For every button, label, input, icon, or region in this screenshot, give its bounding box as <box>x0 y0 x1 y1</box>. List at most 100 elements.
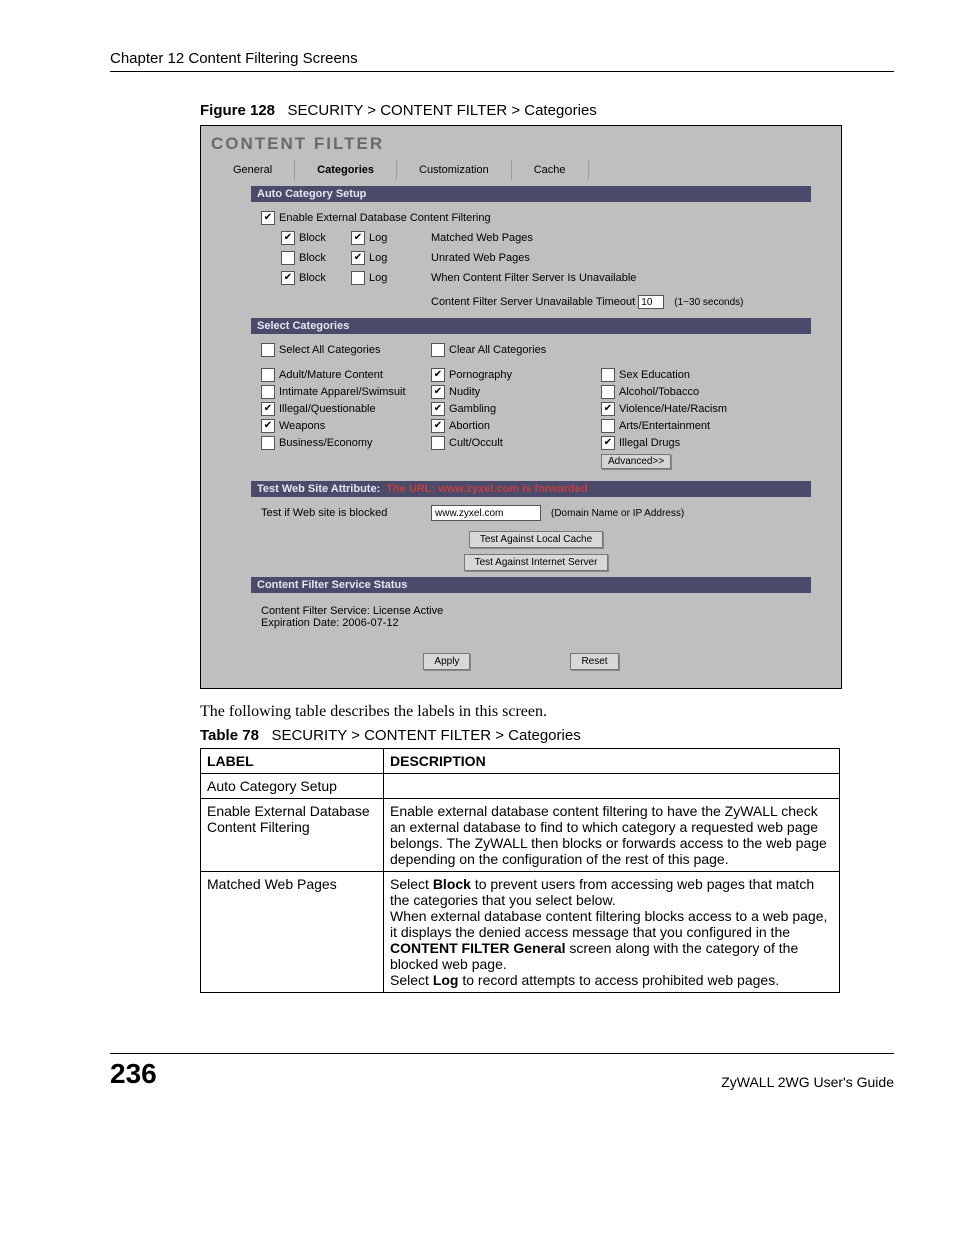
select-all-checkbox[interactable] <box>261 343 275 357</box>
category-label: Weapons <box>279 420 325 432</box>
screenshot-frame: CONTENT FILTER General Categories Custom… <box>200 125 842 689</box>
log-label-3: Log <box>369 272 387 284</box>
th-label: LABEL <box>201 749 384 774</box>
section-auto-category: Auto Category Setup <box>251 186 811 202</box>
service-status-line1: Content Filter Service: License Active <box>261 605 811 617</box>
matched-row-label: Matched Web Pages <box>431 232 533 244</box>
category-item: Weapons <box>261 419 431 433</box>
block-label: Block <box>299 232 326 244</box>
timeout-input[interactable] <box>638 295 664 309</box>
log-label-2: Log <box>369 252 387 264</box>
category-checkbox[interactable] <box>261 385 275 399</box>
category-checkbox[interactable] <box>601 402 615 416</box>
category-checkbox[interactable] <box>431 419 445 433</box>
tab-cache[interactable]: Cache <box>512 160 589 180</box>
test-url-hint: (Domain Name or IP Address) <box>551 508 684 519</box>
category-checkbox[interactable] <box>431 368 445 382</box>
category-checkbox[interactable] <box>261 402 275 416</box>
category-checkbox[interactable] <box>261 436 275 450</box>
categories-grid: Adult/Mature ContentPornographySex Educa… <box>261 368 811 450</box>
category-checkbox[interactable] <box>431 385 445 399</box>
timeout-label: Content Filter Server Unavailable Timeou… <box>431 296 635 308</box>
cell-desc <box>384 774 840 799</box>
matched-block-checkbox[interactable] <box>281 231 295 245</box>
test-if-label: Test if Web site is blocked <box>261 507 431 519</box>
th-description: DESCRIPTION <box>384 749 840 774</box>
category-item: Pornography <box>431 368 601 382</box>
service-status-line2: Expiration Date: 2006-07-12 <box>261 617 811 629</box>
table-caption: Table 78 SECURITY > CONTENT FILTER > Cat… <box>200 727 894 744</box>
category-label: Gambling <box>449 403 496 415</box>
description-table: LABEL DESCRIPTION Auto Category Setup En… <box>200 748 840 993</box>
section-test-website: Test Web Site Attribute: The URL: www.zy… <box>251 481 811 497</box>
intro-text: The following table describes the labels… <box>200 703 894 721</box>
category-item: Cult/Occult <box>431 436 601 450</box>
unavailable-log-checkbox[interactable] <box>351 271 365 285</box>
figure-number: Figure 128 <box>200 102 275 119</box>
log-label: Log <box>369 232 387 244</box>
category-item: Intimate Apparel/Swimsuit <box>261 385 431 399</box>
test-internet-server-button[interactable]: Test Against Internet Server <box>464 554 609 571</box>
block-label-2: Block <box>299 252 326 264</box>
table-row: Auto Category Setup <box>201 774 840 799</box>
test-local-cache-button[interactable]: Test Against Local Cache <box>469 531 603 548</box>
category-label: Violence/Hate/Racism <box>619 403 727 415</box>
category-label: Nudity <box>449 386 480 398</box>
tab-categories[interactable]: Categories <box>295 160 397 180</box>
content-filter-title: CONTENT FILTER <box>201 126 841 154</box>
category-item: Illegal Drugs <box>601 436 771 450</box>
category-checkbox[interactable] <box>261 419 275 433</box>
table-row: Enable External Database Content Filteri… <box>201 799 840 872</box>
category-label: Adult/Mature Content <box>279 369 383 381</box>
unrated-log-checkbox[interactable] <box>351 251 365 265</box>
clear-all-checkbox[interactable] <box>431 343 445 357</box>
category-checkbox[interactable] <box>431 436 445 450</box>
header-rule <box>110 71 894 72</box>
advanced-button[interactable]: Advanced>> <box>601 454 671 469</box>
matched-log-checkbox[interactable] <box>351 231 365 245</box>
test-url-input[interactable] <box>431 505 541 521</box>
category-label: Illegal Drugs <box>619 437 680 449</box>
category-checkbox[interactable] <box>601 385 615 399</box>
table-title: SECURITY > CONTENT FILTER > Categories <box>271 727 580 744</box>
category-checkbox[interactable] <box>261 368 275 382</box>
category-checkbox[interactable] <box>601 436 615 450</box>
unrated-block-checkbox[interactable] <box>281 251 295 265</box>
figure-title: SECURITY > CONTENT FILTER > Categories <box>288 102 597 119</box>
tab-general[interactable]: General <box>211 160 295 180</box>
test-bar-message: The URL: www.zyxel.com is forwarded <box>386 483 587 495</box>
section-select-categories: Select Categories <box>251 318 811 334</box>
unavailable-row-label: When Content Filter Server Is Unavailabl… <box>431 272 636 284</box>
category-label: Alcohol/Tobacco <box>619 386 699 398</box>
unavailable-block-checkbox[interactable] <box>281 271 295 285</box>
select-all-label: Select All Categories <box>279 344 381 356</box>
test-bar-label: Test Web Site Attribute: <box>257 483 380 495</box>
clear-all-label: Clear All Categories <box>449 344 546 356</box>
category-item: Adult/Mature Content <box>261 368 431 382</box>
category-label: Illegal/Questionable <box>279 403 376 415</box>
category-item: Illegal/Questionable <box>261 402 431 416</box>
tabs: General Categories Customization Cache <box>211 160 841 180</box>
category-label: Abortion <box>449 420 490 432</box>
category-checkbox[interactable] <box>601 368 615 382</box>
category-label: Intimate Apparel/Swimsuit <box>279 386 406 398</box>
cell-desc: Select Block to prevent users from acces… <box>384 872 840 993</box>
category-item: Abortion <box>431 419 601 433</box>
cell-label: Enable External Database Content Filteri… <box>201 799 384 872</box>
category-item: Arts/Entertainment <box>601 419 771 433</box>
category-checkbox[interactable] <box>601 419 615 433</box>
category-item: Gambling <box>431 402 601 416</box>
guide-name: ZyWALL 2WG User's Guide <box>721 1074 894 1090</box>
apply-button[interactable]: Apply <box>423 653 470 670</box>
enable-external-db-checkbox[interactable] <box>261 211 275 225</box>
cell-desc: Enable external database content filteri… <box>384 799 840 872</box>
table-number: Table 78 <box>200 727 259 744</box>
unrated-row-label: Unrated Web Pages <box>431 252 530 264</box>
category-checkbox[interactable] <box>431 402 445 416</box>
category-item: Alcohol/Tobacco <box>601 385 771 399</box>
block-label-3: Block <box>299 272 326 284</box>
chapter-header: Chapter 12 Content Filtering Screens <box>110 50 894 67</box>
category-item: Violence/Hate/Racism <box>601 402 771 416</box>
tab-customization[interactable]: Customization <box>397 160 512 180</box>
reset-button[interactable]: Reset <box>570 653 618 670</box>
